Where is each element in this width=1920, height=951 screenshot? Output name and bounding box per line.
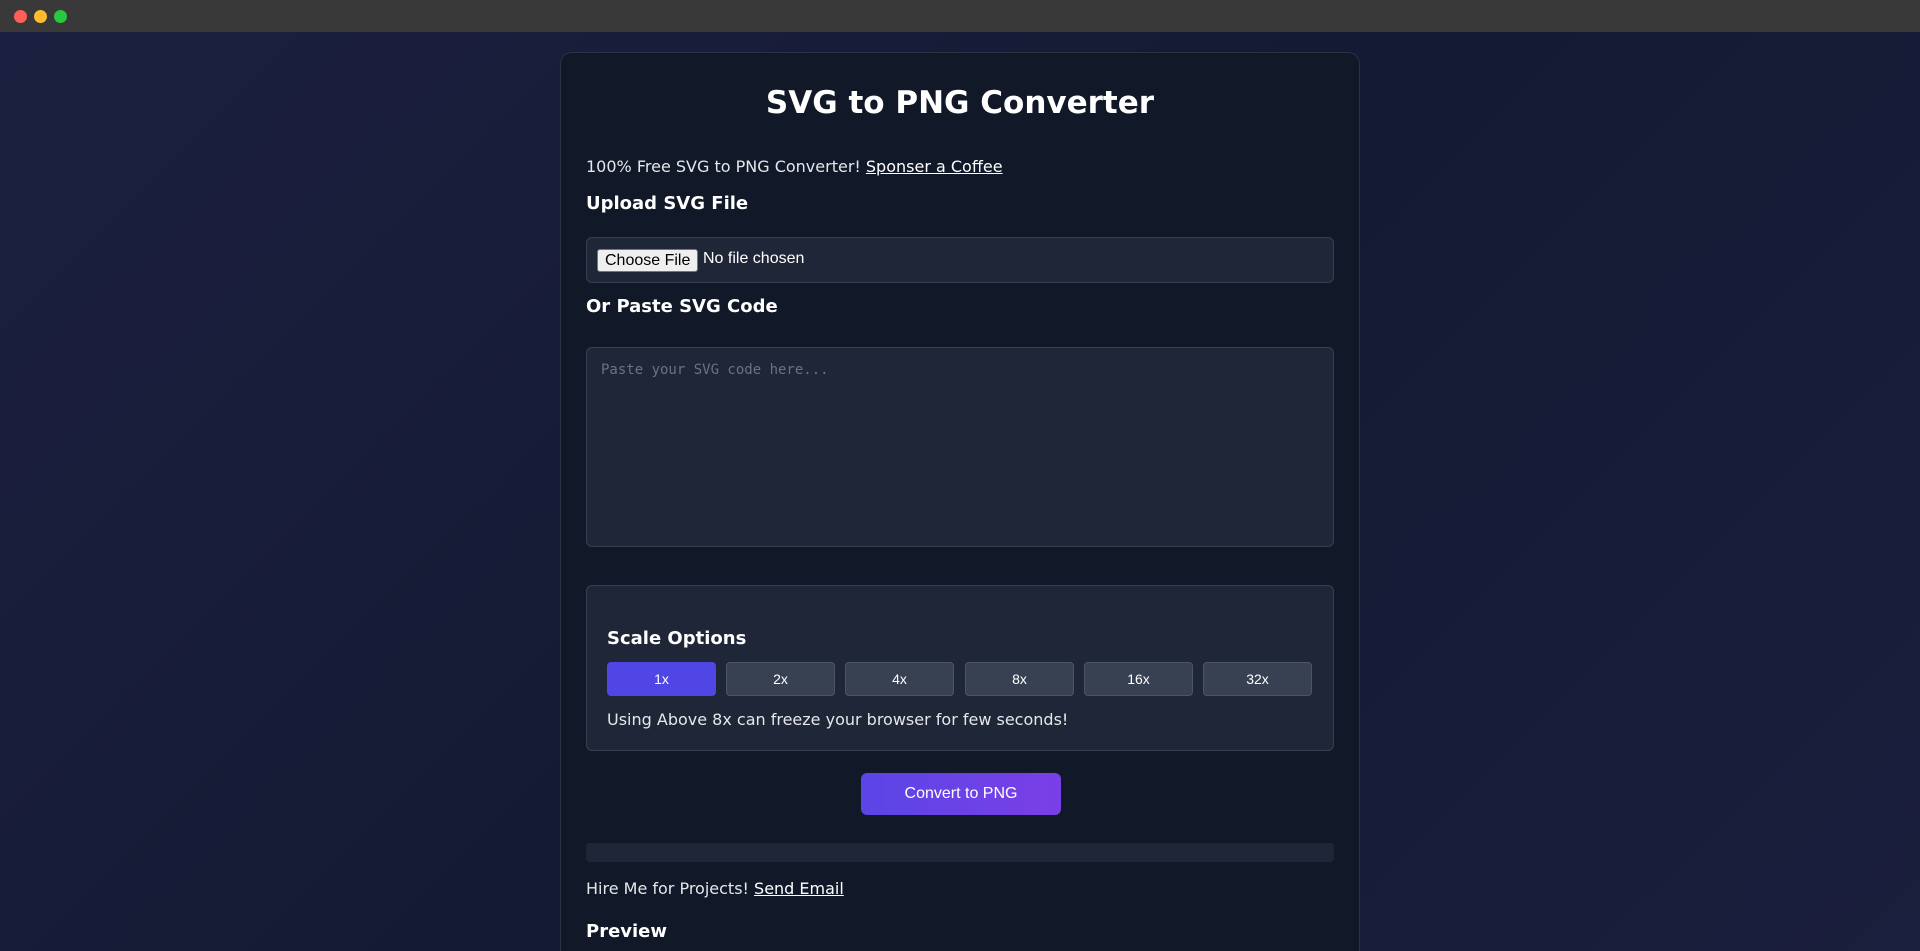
sponsor-coffee-link[interactable]: Sponser a Coffee [866,157,1003,176]
send-email-link[interactable]: Send Email [754,879,844,898]
window-titlebar [0,0,1920,32]
minimize-window-icon[interactable] [34,10,47,23]
promo-message: 100% Free SVG to PNG Converter! [586,157,866,176]
close-window-icon[interactable] [14,10,27,23]
promo-text: 100% Free SVG to PNG Converter! Sponser … [586,157,1003,176]
convert-to-png-button[interactable]: Convert to PNG [861,773,1061,815]
upload-label: Upload SVG File [586,193,749,214]
hire-text: Hire Me for Projects! Send Email [586,879,844,898]
file-upload-field[interactable]: Choose File No file chosen [586,237,1334,283]
page-background: SVG to PNG Converter 100% Free SVG to PN… [0,32,1920,951]
hire-message: Hire Me for Projects! [586,879,755,898]
choose-file-button[interactable]: Choose File [597,249,699,272]
maximize-window-icon[interactable] [54,10,67,23]
file-status-text: No file chosen [703,250,805,267]
scale-option-32x[interactable]: 32x [1203,662,1312,696]
scale-options-title: Scale Options [607,628,747,649]
svg-code-input[interactable] [586,347,1334,547]
page-title: SVG to PNG Converter [765,85,1155,121]
scale-option-2x[interactable]: 2x [726,662,835,696]
conversion-progress-bar [586,843,1334,862]
scale-option-4x[interactable]: 4x [845,662,954,696]
scale-warning-text: Using Above 8x can freeze your browser f… [607,710,1069,729]
scale-option-16x[interactable]: 16x [1084,662,1193,696]
scale-options-panel: Scale Options 1x 2x 4x 8x 16x 32x Using … [586,585,1334,751]
scale-option-1x[interactable]: 1x [607,662,716,696]
paste-label: Or Paste SVG Code [586,296,778,317]
scale-option-8x[interactable]: 8x [965,662,1074,696]
preview-label: Preview [586,921,668,942]
converter-card: SVG to PNG Converter 100% Free SVG to PN… [560,52,1360,951]
